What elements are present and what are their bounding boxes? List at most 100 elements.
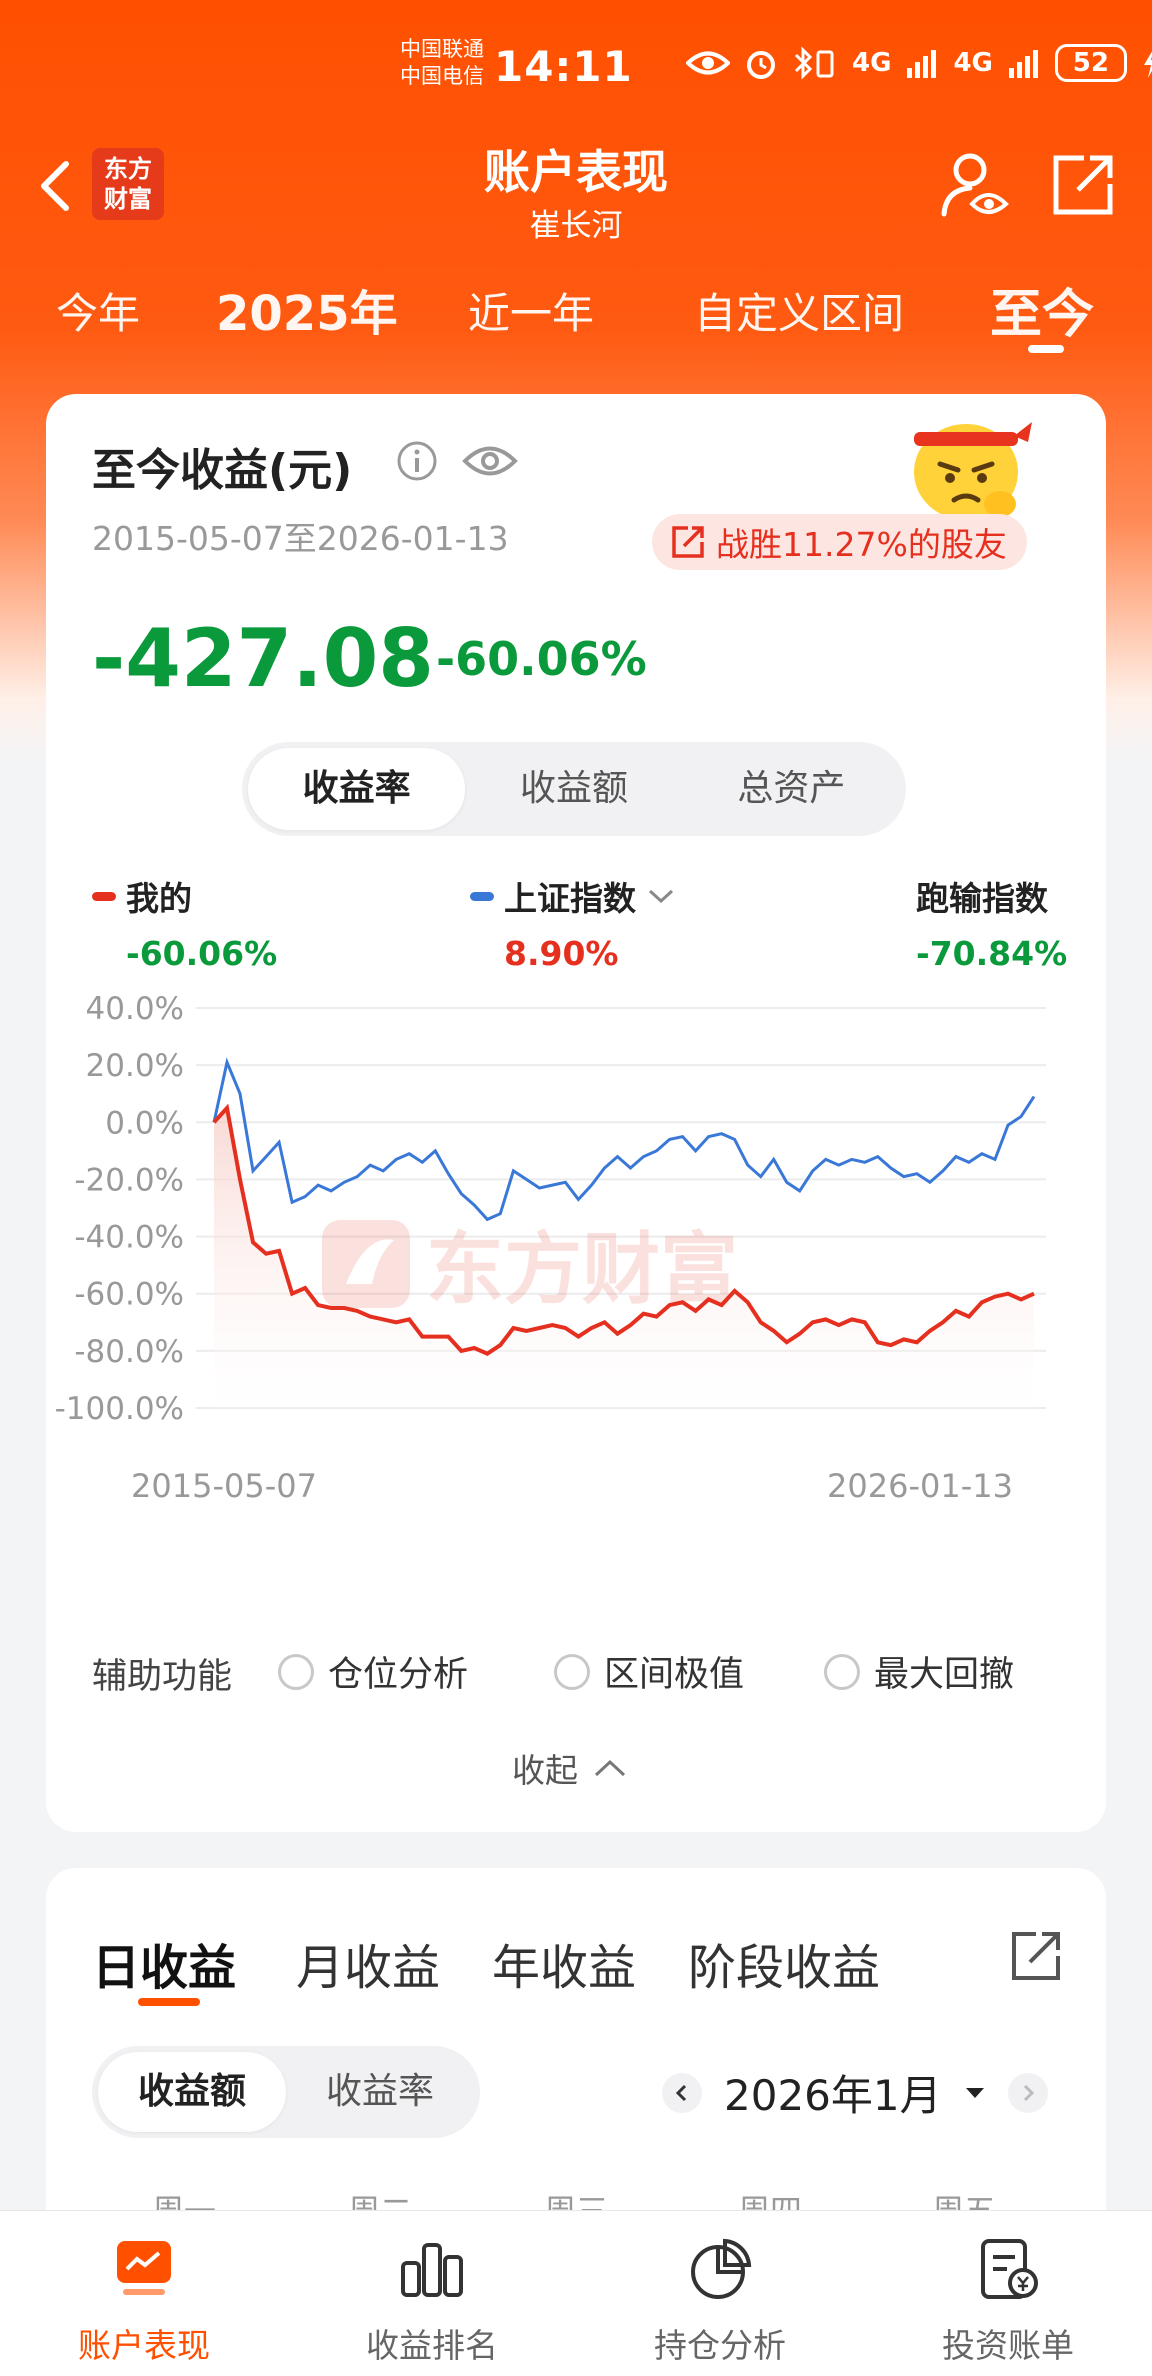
aux-max-drawdown[interactable]: 最大回撤 xyxy=(824,1646,1014,1697)
revenue-tab-indicator xyxy=(138,1998,200,2006)
summary-card: 至今收益(元) 2015-05-07至2026-01-13 战胜11.27%的股… xyxy=(46,394,1106,1832)
chart-metric-switch: 收益率 收益额 总资产 xyxy=(242,742,906,836)
aux-position-analysis[interactable]: 仓位分析 xyxy=(278,1646,468,1697)
legend-mine-value: -60.06% xyxy=(126,934,278,973)
status-clock: 14:11 xyxy=(494,42,633,91)
tab-2025[interactable]: 2025年 xyxy=(216,274,398,344)
segment-total-assets[interactable]: 总资产 xyxy=(683,748,900,830)
battery-level: 52 xyxy=(1054,44,1127,82)
summary-title: 至今收益(元) xyxy=(92,445,353,496)
status-icons: 4G 4G 52 xyxy=(686,44,1152,82)
tab-indicator xyxy=(1028,345,1064,353)
ranking-icon xyxy=(401,2243,463,2297)
hide-amount-eye-icon[interactable] xyxy=(462,438,518,484)
segment-revenue-rate[interactable]: 收益率 xyxy=(286,2052,474,2132)
y-tick-label: 40.0% xyxy=(86,991,184,1027)
tab-custom-range[interactable]: 自定义区间 xyxy=(694,280,904,341)
radio-icon xyxy=(554,1653,590,1690)
carrier-1: 中国联通 xyxy=(400,37,484,61)
total-profit-rate: -60.06% xyxy=(436,632,647,686)
legend-index-value: 8.90% xyxy=(504,934,619,973)
account-name: 崔长河 xyxy=(529,208,623,244)
legend-blue-marker xyxy=(470,891,494,901)
next-month-button[interactable] xyxy=(1007,2072,1048,2113)
legend-lag: 跑输指数 -70.84% xyxy=(916,879,1068,973)
revenue-share-button[interactable] xyxy=(1008,1928,1064,1984)
y-tick-label: -80.0% xyxy=(74,1334,184,1370)
carrier-labels: 中国联通 中国电信 xyxy=(400,36,484,90)
y-tick-label: -60.0% xyxy=(74,1277,184,1313)
mascot-emoji-icon xyxy=(914,422,1032,520)
segment-revenue-amount[interactable]: 收益额 xyxy=(98,2052,286,2132)
radio-icon xyxy=(824,1653,860,1690)
beat-peers-text: 战胜11.27%的股友 xyxy=(716,525,1007,564)
account-performance-icon xyxy=(117,2241,171,2295)
month-navigator: 2026年1月 xyxy=(662,2062,1048,2123)
date-range: 2015-05-07至2026-01-13 xyxy=(92,519,509,558)
app-logo: 东方 财富 xyxy=(92,148,164,220)
total-profit-amount: -427.08 xyxy=(92,612,434,705)
chevron-up-icon xyxy=(594,1759,626,1777)
nav-account-performance[interactable]: 账户表现 xyxy=(0,2211,288,2376)
network-1: 4G xyxy=(852,48,892,78)
tab-yearly-revenue[interactable]: 年收益 xyxy=(492,1928,636,1998)
back-button[interactable] xyxy=(30,150,84,222)
segment-return-amount[interactable]: 收益额 xyxy=(465,748,682,830)
prev-month-button[interactable] xyxy=(662,2072,702,2113)
share-button[interactable] xyxy=(1050,152,1116,218)
eye-icon xyxy=(686,51,730,75)
status-bar: 中国联通 中国电信 14:11 4G 4G 52 xyxy=(0,0,1152,130)
x-start-label: 2015-05-07 xyxy=(131,1467,317,1505)
y-tick-label: -40.0% xyxy=(74,1220,184,1256)
beat-peers-badge[interactable]: 战胜11.27%的股友 xyxy=(652,514,1027,570)
legend-mine: 我的 -60.06% xyxy=(92,872,277,973)
tab-daily-revenue[interactable]: 日收益 xyxy=(92,1928,236,1998)
caret-down-icon[interactable] xyxy=(964,2085,986,2101)
share-icon xyxy=(1053,155,1113,215)
y-tick-label: 0.0% xyxy=(105,1105,184,1141)
revenue-metric-switch: 收益额 收益率 xyxy=(92,2046,480,2138)
aux-range-extremes[interactable]: 区间极值 xyxy=(554,1646,744,1697)
bottom-nav: 账户表现 收益排名 持仓分析 投资账单 xyxy=(0,2210,1152,2376)
nav-holdings-analysis[interactable]: 持仓分析 xyxy=(576,2211,864,2376)
tab-since-inception[interactable]: 至今 xyxy=(990,272,1094,347)
tab-last-year[interactable]: 近一年 xyxy=(468,280,594,341)
y-tick-label: 20.0% xyxy=(86,1048,184,1084)
chevron-right-icon xyxy=(1023,2084,1034,2101)
chevron-down-icon xyxy=(648,889,674,904)
nav-revenue-ranking[interactable]: 收益排名 xyxy=(288,2211,576,2376)
y-tick-label: -20.0% xyxy=(74,1162,184,1198)
svg-text:东方财富: 东方财富 xyxy=(426,1225,738,1313)
legend-lag-value: -70.84% xyxy=(916,934,1068,973)
legend-index[interactable]: 上证指数 8.90% xyxy=(470,872,676,973)
user-eye-icon xyxy=(941,153,1009,217)
segment-return-rate[interactable]: 收益率 xyxy=(248,748,466,830)
collapse-button[interactable]: 收起 xyxy=(512,1744,628,1792)
signal-icon xyxy=(1008,50,1038,78)
signal-icon xyxy=(907,50,937,78)
y-tick-label: -100.0% xyxy=(55,1391,184,1427)
page-title: 账户表现 xyxy=(484,145,668,199)
share-icon xyxy=(1012,1932,1060,1980)
aux-function-label: 辅助功能 xyxy=(92,1657,233,1697)
radio-icon xyxy=(278,1653,314,1690)
network-2: 4G xyxy=(953,48,993,78)
share-icon xyxy=(672,526,704,558)
privacy-user-button[interactable] xyxy=(938,148,1012,222)
tab-stage-revenue[interactable]: 阶段收益 xyxy=(688,1928,880,1998)
legend-red-marker xyxy=(92,891,116,901)
carrier-2: 中国电信 xyxy=(400,64,484,88)
month-selector[interactable]: 2026年1月 xyxy=(724,2062,942,2123)
tab-this-year[interactable]: 今年 xyxy=(56,280,140,341)
charging-icon xyxy=(1143,51,1152,78)
alarm-icon xyxy=(747,51,775,79)
bluetooth-battery-icon xyxy=(794,46,834,80)
nav-investment-bill[interactable]: 投资账单 xyxy=(864,2211,1152,2376)
pie-chart-icon xyxy=(691,2238,752,2299)
info-icon[interactable] xyxy=(396,440,438,482)
tab-monthly-revenue[interactable]: 月收益 xyxy=(296,1928,440,1998)
chart-watermark: 东方财富 xyxy=(322,1220,738,1313)
bill-icon xyxy=(981,2239,1038,2299)
chevron-left-icon xyxy=(675,2084,687,2101)
performance-chart[interactable]: 40.0% 20.0% 0.0% -20.0% -40.0% -60.0% -80.0% -1… xyxy=(46,984,1106,1524)
